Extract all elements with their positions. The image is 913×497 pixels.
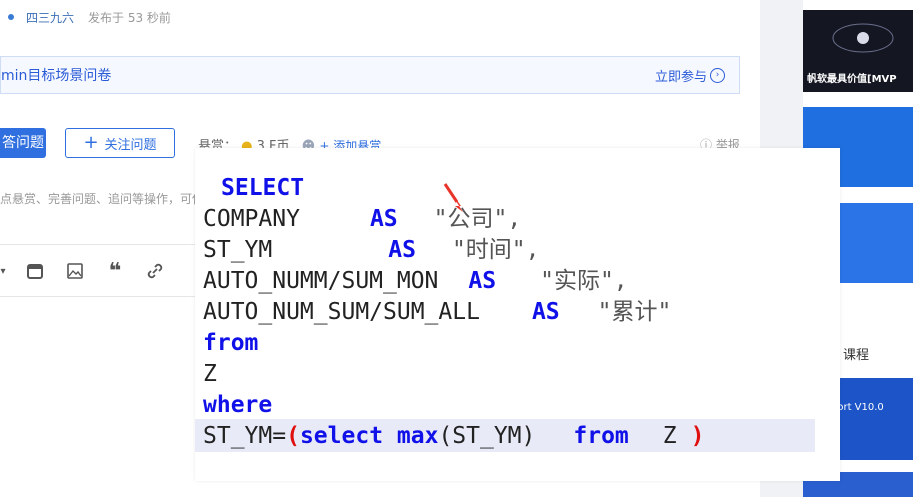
answer-button[interactable]: 答问题 <box>0 128 46 158</box>
code-line-6: from <box>203 328 258 359</box>
column: AUTO_NUMM/SUM_MON <box>203 268 439 294</box>
code-line-7: Z <box>203 359 217 390</box>
code-line-5: AUTO_NUM_SUM/SUM_ALL AS "累计" <box>203 297 671 328</box>
keyword-as: AS <box>468 268 497 294</box>
calendar-icon[interactable] <box>24 260 46 282</box>
keyword-select-max: select max <box>299 423 439 449</box>
keyword-where: where <box>203 392 273 418</box>
keyword-as: AS <box>388 237 416 263</box>
keyword-select: SELECT <box>221 175 305 201</box>
code-line-8: where <box>203 390 272 421</box>
keyword-from: from <box>573 423 629 449</box>
where-column: ST_YM= <box>203 423 287 449</box>
galaxy-graphic <box>832 23 894 53</box>
survey-join-label: 立即参与 <box>654 69 707 85</box>
author-name[interactable]: 四三九六 <box>26 9 74 26</box>
sql-screenshot-overlay: SELECT COMPANY AS "公司", ST_YM AS "时间", AUTO_… <box>195 148 840 481</box>
max-argument: (ST_YM) <box>438 423 536 449</box>
follow-label: 关注问题 <box>104 137 157 153</box>
dropdown-caret-icon[interactable]: ▾ <box>0 260 6 282</box>
promo-card-title: 帆软最具价值[MVP <box>807 74 897 85</box>
hint-text: 点悬赏、完善问题、追问等操作，可使 <box>0 192 205 206</box>
keyword-as: AS <box>369 206 398 232</box>
alias: "实际", <box>540 268 628 294</box>
survey-join-link[interactable]: 立即参与 › <box>655 66 725 85</box>
alias: "时间", <box>451 237 540 263</box>
chevron-right-icon: › <box>710 67 725 83</box>
table-name: Z <box>662 423 677 449</box>
plus-icon: + <box>83 132 99 153</box>
code-line-9: ST_YM=(select max(ST_YM) from Z) <box>203 421 704 452</box>
alias: "累计" <box>597 299 672 325</box>
column: ST_YM <box>203 237 273 263</box>
follow-question-button[interactable]: + 关注问题 <box>65 128 175 158</box>
survey-text: min目标场景问卷 <box>1 68 112 84</box>
red-arrow-annotation <box>443 183 463 212</box>
link-icon[interactable] <box>144 260 166 282</box>
author-dot <box>8 14 14 20</box>
image-icon[interactable] <box>64 260 86 282</box>
code-line-3: ST_YM AS "时间", <box>203 235 540 266</box>
table-name: Z <box>203 361 217 387</box>
code-line-4: AUTO_NUMM/SUM_MON AS "实际", <box>203 266 628 297</box>
column: COMPANY <box>203 206 300 232</box>
column: AUTO_NUM_SUM/SUM_ALL <box>203 299 480 325</box>
survey-banner[interactable]: min目标场景问卷 立即参与 › <box>0 56 740 94</box>
editor-toolbar: ▾ ❝ <box>0 258 166 284</box>
open-paren: ( <box>286 423 300 449</box>
quote-icon[interactable]: ❝ <box>104 259 126 284</box>
post-meta: 四三九六 发布于 53 秒前 <box>0 6 171 28</box>
promo-card-mvp[interactable]: 帆软最具价值[MVP <box>803 10 913 92</box>
code-line-2: COMPANY AS "公司", <box>203 204 521 235</box>
post-time: 发布于 53 秒前 <box>88 10 171 25</box>
keyword-as: AS <box>531 299 560 325</box>
keyword-from: from <box>203 330 259 356</box>
code-line-1: SELECT <box>221 173 304 204</box>
close-paren: ) <box>690 423 705 449</box>
courses-label: 课程 <box>843 348 870 363</box>
